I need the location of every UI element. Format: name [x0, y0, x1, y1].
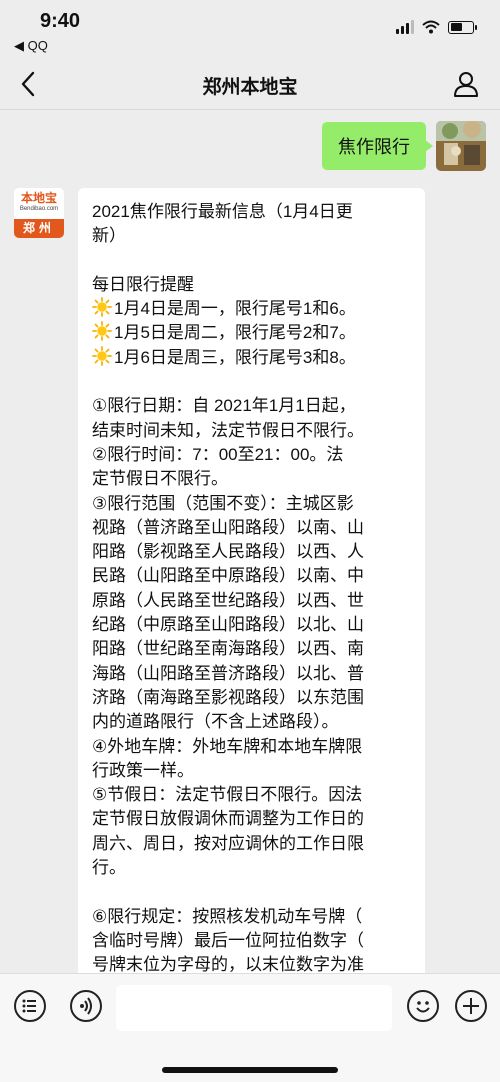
- received-message-bubble[interactable]: 2021焦作限行最新信息（1月4日更 新） 每日限行提醒 1月4日是周一，限行尾号1和…: [78, 188, 425, 973]
- message-line: 号牌末位为字母的，以末位数字为准: [92, 953, 411, 973]
- message-line-text: ⑥限行规定：按照核发机动车号牌（: [92, 906, 363, 926]
- logo-subtext: Bendibao.com: [19, 206, 59, 212]
- signal-icon: [396, 20, 414, 34]
- message-line: 内的道路限行（不含上述路段）。: [92, 710, 411, 734]
- voice-icon: [80, 997, 92, 1015]
- message-line-text: 济路（南海路至影视路段）以东范围: [92, 687, 364, 707]
- profile-icon[interactable]: [452, 70, 480, 98]
- message-line: 海路（山阳路至普济路段）以北、普: [92, 662, 411, 686]
- message-line-text: 周六、周日，按对应调休的工作日限: [92, 833, 364, 853]
- chat-title: 郑州本地宝: [202, 77, 298, 98]
- emoji-icon: [416, 1001, 430, 1013]
- emoji-button[interactable]: [407, 990, 439, 1022]
- message-line: 阳路（影视路至人民路段）以西、人: [92, 540, 411, 564]
- logo-text: 本地宝: [20, 191, 57, 205]
- sent-message-text: 焦作限行: [338, 137, 410, 157]
- bot-avatar[interactable]: 本地宝 Bendibao.com 郑州: [14, 188, 64, 238]
- message-line: 定节假日放假调休而调整为工作日的: [92, 807, 411, 831]
- message-line-text: 1月5日是周二，限行尾号2和7。: [114, 323, 356, 343]
- message-line-text: ④外地车牌：外地车牌和本地车牌限: [92, 736, 363, 756]
- message-line-text: 定节假日不限行。: [92, 469, 228, 489]
- sent-message-bubble[interactable]: 焦作限行: [322, 122, 433, 170]
- message-line: ②限行时间：7：00至21：00。法: [92, 443, 411, 467]
- message-line: 周六、周日，按对应调休的工作日限: [92, 832, 411, 856]
- message-line: 民路（山阳路至中原路段）以南、中: [92, 564, 411, 588]
- message-line-text: 新）: [92, 226, 126, 246]
- status-time: 9:40: [40, 10, 81, 32]
- message-line: 视路（普济路至山阳路段）以南、山: [92, 516, 411, 540]
- message-line: ③限行范围（范围不变）：主城区影: [92, 492, 411, 516]
- more-button[interactable]: [455, 990, 487, 1022]
- message-line: ⑤节假日：法定节假日不限行。因法: [92, 783, 411, 807]
- message-line: 行。: [92, 856, 411, 880]
- message-line-text: 号牌末位为字母的，以末位数字为准: [92, 955, 364, 973]
- message-line: 纪路（中原路至山阳路段）以北、山: [92, 613, 411, 637]
- chat-header: 郑州本地宝: [0, 58, 500, 110]
- message-line-text: 行。: [92, 858, 126, 878]
- message-line-text: ①限行日期：自 2021年1月1日起，: [92, 396, 356, 416]
- message-line: 含临时号牌）最后一位阿拉伯数字（: [92, 929, 411, 953]
- message-line-text: ③限行范围（范围不变）：主城区影: [92, 493, 354, 513]
- message-line-text: 民路（山阳路至中原路段）以南、中: [92, 566, 364, 586]
- message-line: 1月6日是周三，限行尾号3和8。: [92, 345, 411, 370]
- message-line: 阳路（世纪路至南海路段）以西、南: [92, 637, 411, 661]
- message-line: ①限行日期：自 2021年1月1日起，: [92, 394, 411, 418]
- message-line-text: 2021焦作限行最新信息（1月4日更: [92, 202, 353, 221]
- message-input[interactable]: [116, 985, 392, 1031]
- back-to-app-link[interactable]: ◀ QQ: [14, 38, 48, 54]
- list-icon: [22, 999, 36, 1013]
- sun-icon: [92, 345, 112, 366]
- message-line-text: 阳路（影视路至人民路段）以西、人: [92, 542, 364, 562]
- sun-icon: [92, 321, 112, 342]
- status-icons: [396, 20, 477, 34]
- logo-city: 郑州: [14, 219, 64, 238]
- wifi-icon: [422, 20, 440, 34]
- message-line-text: ⑤节假日：法定节假日不限行。因法: [92, 785, 363, 805]
- message-line: 结束时间未知，法定节假日不限行。: [92, 419, 411, 443]
- message-line-text: 1月4日是周一，限行尾号1和6。: [114, 299, 356, 319]
- message-line: 新）: [92, 224, 411, 248]
- message-line: 行政策一样。: [92, 759, 411, 783]
- home-indicator: [162, 1067, 338, 1073]
- bendibao-logo: 本地宝 Bendibao.com: [14, 188, 64, 219]
- message-line: ⑥限行规定：按照核发机动车号牌（: [92, 905, 411, 929]
- message-line: 每日限行提醒: [92, 273, 411, 297]
- message-line: 定节假日不限行。: [92, 467, 411, 491]
- voice-button[interactable]: [70, 990, 102, 1022]
- message-line: 济路（南海路至影视路段）以东范围: [92, 686, 411, 710]
- status-bar: 9:40 ◀ QQ: [0, 0, 500, 56]
- message-line-text: 视路（普济路至山阳路段）以南、山: [92, 517, 364, 537]
- avatar-photo-icon: [436, 121, 486, 171]
- message-line-text: 阳路（世纪路至南海路段）以西、南: [92, 639, 364, 659]
- my-avatar[interactable]: [436, 121, 486, 171]
- chat-area[interactable]: 焦作限行 本地宝 Bendibao.com 郑州 2021焦作限行最新信息（1月…: [0, 111, 500, 973]
- message-line-text: 每日限行提醒: [92, 274, 194, 294]
- message-line-text: 1月6日是周三，限行尾号3和8。: [114, 347, 356, 367]
- message-line: 原路（人民路至世纪路段）以西、世: [92, 589, 411, 613]
- message-line-text: 含临时号牌）最后一位阿拉伯数字（: [92, 930, 364, 950]
- message-line: 1月4日是周一，限行尾号1和6。: [92, 297, 411, 321]
- message-line: ④外地车牌：外地车牌和本地车牌限: [92, 735, 411, 759]
- message-line-text: ②限行时间：7：00至21：00。法: [92, 444, 344, 464]
- message-line-text: 结束时间未知，法定节假日不限行。: [92, 420, 364, 440]
- message-line: 1月5日是周二，限行尾号2和7。: [92, 321, 411, 345]
- message-line-text: 纪路（中原路至山阳路段）以北、山: [92, 615, 364, 635]
- sun-icon: [92, 297, 112, 318]
- message-line: 2021焦作限行最新信息（1月4日更: [92, 200, 411, 224]
- message-line-text: 定节假日放假调休而调整为工作日的: [92, 809, 364, 829]
- menu-toggle-button[interactable]: [14, 990, 46, 1022]
- battery-icon: [448, 20, 477, 34]
- message-line-text: 海路（山阳路至普济路段）以北、普: [92, 663, 364, 683]
- message-line-text: 行政策一样。: [92, 760, 194, 780]
- message-line-text: 内的道路限行（不含上述路段）。: [92, 712, 339, 732]
- plus-icon: [463, 998, 479, 1014]
- message-line-text: 原路（人民路至世纪路段）以西、世: [92, 590, 364, 610]
- input-bar: [0, 973, 500, 1082]
